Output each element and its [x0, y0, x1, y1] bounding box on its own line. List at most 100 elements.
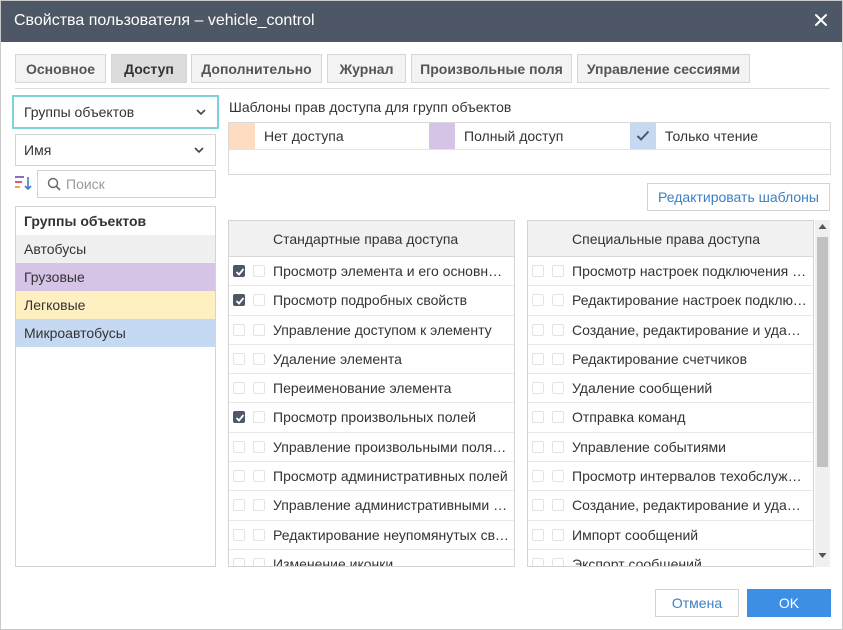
tab-access[interactable]: Доступ — [111, 54, 187, 83]
scrollbar-thumb[interactable] — [817, 237, 828, 467]
rights-checkbox[interactable] — [532, 382, 544, 395]
chevron-down-icon — [196, 109, 206, 116]
tab-custom-fields[interactable]: Произвольные поля — [411, 54, 572, 83]
templates-label: Шаблоны прав доступа для групп объектов — [229, 99, 512, 115]
rights-grant-checkbox[interactable] — [253, 323, 265, 336]
rights-checkbox[interactable] — [233, 499, 245, 512]
rights-label: Редактирование настроек подключения — [572, 292, 808, 309]
rights-checkbox[interactable] — [532, 440, 544, 453]
rights-label: Редактирование неупомянутых свойств — [273, 526, 509, 543]
tabs-divider — [15, 88, 830, 89]
rights-grant-checkbox[interactable] — [552, 265, 564, 277]
rights-label: Просмотр подробных свойств — [273, 292, 468, 309]
rights-label: Импорт сообщений — [572, 526, 699, 543]
rights-grant-checkbox[interactable] — [552, 499, 564, 512]
rights-row: Управление административными полями — [229, 491, 514, 521]
rights-row: Создание, редактирование и удаление датч… — [528, 316, 813, 345]
rights-checkbox[interactable] — [532, 294, 544, 307]
rights-label: Управление произвольными полями — [273, 438, 509, 455]
rights-checkbox[interactable] — [233, 411, 245, 424]
rights-grant-checkbox[interactable] — [552, 557, 564, 566]
template-swatch — [429, 123, 455, 149]
template-swatch — [630, 123, 656, 149]
rights-checkbox[interactable] — [233, 265, 245, 277]
rights-row: Редактирование настроек подключения — [528, 286, 813, 316]
list-item-group[interactable]: Грузовые — [16, 263, 215, 291]
close-icon[interactable] — [810, 9, 832, 31]
scroll-up-icon[interactable] — [818, 223, 827, 230]
rights-checkbox[interactable] — [532, 557, 544, 566]
rights-grant-checkbox[interactable] — [253, 440, 265, 453]
scroll-down-icon[interactable] — [818, 552, 827, 559]
rights-label: Редактирование счетчиков — [572, 350, 748, 367]
rights-checkbox[interactable] — [532, 499, 544, 512]
rights-row: Переименование элемента — [229, 374, 514, 404]
rights-row: Просмотр интервалов техобслуживания — [528, 462, 813, 492]
template-full-access[interactable]: Полный доступ — [429, 123, 563, 149]
template-swatch — [229, 123, 255, 149]
rights-checkbox[interactable] — [233, 557, 245, 566]
rights-grant-checkbox[interactable] — [253, 499, 265, 512]
rights-checkbox[interactable] — [233, 382, 245, 395]
chevron-down-icon — [194, 147, 204, 154]
tab-log[interactable]: Журнал — [327, 54, 406, 83]
rights-grant-checkbox[interactable] — [253, 528, 265, 541]
rights-checkbox[interactable] — [233, 528, 245, 541]
edit-templates-button[interactable]: Редактировать шаблоны — [647, 183, 830, 211]
object-type-select[interactable]: Группы объектов — [12, 95, 219, 129]
rights-grant-checkbox[interactable] — [552, 352, 564, 365]
rights-label: Просмотр произвольных полей — [273, 409, 476, 426]
rights-grant-checkbox[interactable] — [253, 294, 265, 307]
rights-checkbox[interactable] — [532, 411, 544, 424]
rights-grant-checkbox[interactable] — [552, 382, 564, 395]
sort-field-select[interactable]: Имя — [15, 134, 216, 166]
rights-checkbox[interactable] — [233, 294, 245, 307]
rights-label: Создание, редактирование и удаление инте… — [572, 497, 808, 514]
scrollbar[interactable] — [815, 220, 830, 567]
rights-checkbox[interactable] — [532, 323, 544, 336]
rights-row: Просмотр административных полей — [229, 462, 514, 492]
list-item-group[interactable]: Легковые — [16, 291, 215, 319]
rights-checkbox[interactable] — [233, 323, 245, 336]
rights-row: Просмотр элемента и его основных свойств — [229, 257, 514, 287]
rights-grant-checkbox[interactable] — [253, 265, 265, 277]
rights-checkbox[interactable] — [532, 352, 544, 365]
list-item-group[interactable]: Микроавтобусы — [16, 319, 215, 347]
rights-label: Удаление элемента — [273, 350, 402, 367]
object-type-select-value: Группы объектов — [24, 104, 135, 120]
search-input[interactable] — [66, 175, 211, 193]
template-label: Нет доступа — [264, 128, 344, 144]
rights-grant-checkbox[interactable] — [552, 470, 564, 483]
list-item-group[interactable]: Автобусы — [16, 235, 215, 263]
rights-grant-checkbox[interactable] — [552, 323, 564, 336]
rights-row: Изменение иконки — [229, 550, 514, 567]
rights-grant-checkbox[interactable] — [253, 411, 265, 424]
object-groups-list: Группы объектов Автобусы Грузовые Легков… — [15, 206, 216, 567]
tab-session-management[interactable]: Управление сессиями — [577, 54, 750, 83]
rights-checkbox[interactable] — [233, 440, 245, 453]
rights-grant-checkbox[interactable] — [253, 470, 265, 483]
rights-grant-checkbox[interactable] — [253, 382, 265, 395]
template-no-access[interactable]: Нет доступа — [229, 123, 344, 149]
rights-checkbox[interactable] — [532, 528, 544, 541]
template-read-only[interactable]: Только чтение — [630, 123, 758, 149]
rights-grant-checkbox[interactable] — [552, 411, 564, 424]
rights-row: Удаление сообщений — [528, 374, 813, 404]
rights-grant-checkbox[interactable] — [253, 352, 265, 365]
rights-grant-checkbox[interactable] — [552, 528, 564, 541]
rights-checkbox[interactable] — [532, 470, 544, 483]
cancel-button[interactable]: Отмена — [655, 589, 739, 617]
sort-icon[interactable] — [14, 175, 34, 193]
rights-label: Изменение иконки — [273, 555, 394, 567]
rights-row: Просмотр произвольных полей — [229, 403, 514, 433]
rights-grant-checkbox[interactable] — [552, 294, 564, 307]
rights-grant-checkbox[interactable] — [253, 557, 265, 566]
rights-checkbox[interactable] — [233, 352, 245, 365]
rights-checkbox[interactable] — [233, 470, 245, 483]
rights-checkbox[interactable] — [532, 265, 544, 277]
rights-label: Переименование элемента — [273, 380, 452, 397]
tab-advanced[interactable]: Дополнительно — [191, 54, 322, 83]
tab-main[interactable]: Основное — [15, 54, 106, 83]
ok-button[interactable]: OK — [747, 589, 831, 617]
rights-grant-checkbox[interactable] — [552, 440, 564, 453]
